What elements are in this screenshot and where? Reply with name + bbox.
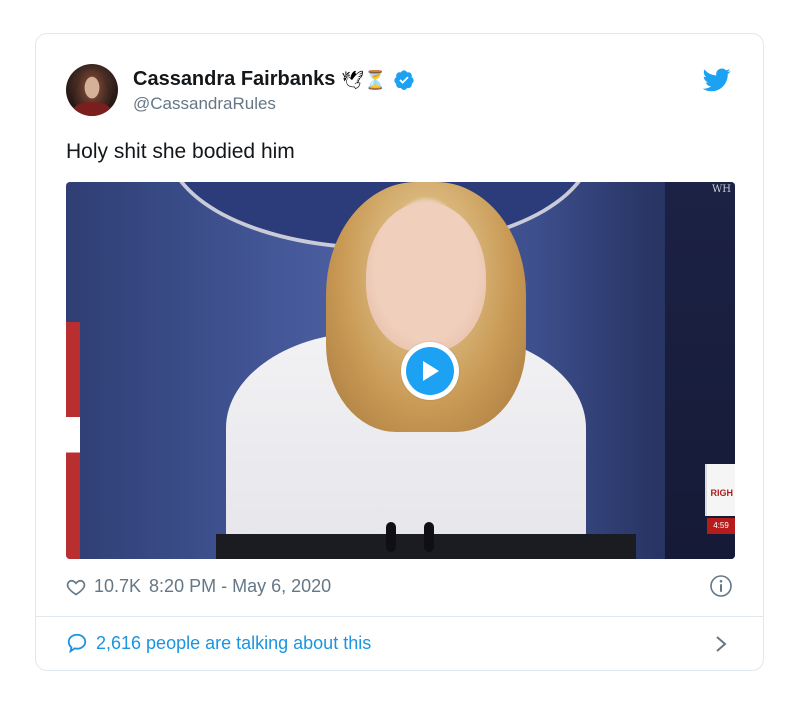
- play-circle: [406, 347, 454, 395]
- verified-badge-icon: [393, 69, 414, 90]
- conversation-link[interactable]: 2,616 people are talking about this: [66, 632, 371, 654]
- tweet-timestamp[interactable]: 8:20 PM - May 6, 2020: [149, 576, 331, 597]
- microphone: [424, 522, 434, 552]
- author-name-row[interactable]: Cassandra Fairbanks 🕊⏳: [133, 68, 415, 91]
- avatar-shirt: [72, 102, 112, 116]
- chevron-right-icon[interactable]: [713, 634, 729, 654]
- avatar[interactable]: [66, 64, 118, 116]
- corner-text: WH: [712, 184, 731, 195]
- microphone: [386, 522, 396, 552]
- author-emojis: 🕊⏳: [341, 69, 387, 90]
- info-icon[interactable]: [709, 574, 733, 598]
- tweet-card[interactable]: Cassandra Fairbanks 🕊⏳ @CassandraRules H…: [35, 33, 764, 671]
- tweet-text: Holy shit she bodied him: [66, 140, 295, 163]
- author-handle[interactable]: @CassandraRules: [133, 94, 276, 114]
- twitter-bird-icon[interactable]: [703, 68, 731, 92]
- speaker-face: [366, 202, 486, 352]
- play-button[interactable]: [401, 342, 459, 400]
- flag-stripe: [66, 322, 80, 559]
- speech-bubble-icon: [67, 633, 87, 654]
- like-count[interactable]: 10.7K: [94, 576, 141, 597]
- divider: [36, 616, 763, 617]
- heart-icon[interactable]: [66, 577, 86, 597]
- network-logo-text: RIGH: [710, 488, 734, 498]
- talking-about-text[interactable]: 2,616 people are talking about this: [96, 633, 371, 654]
- tweet-meta-row: 10.7K 8:20 PM - May 6, 2020: [66, 576, 331, 597]
- play-icon: [423, 361, 439, 381]
- author-name[interactable]: Cassandra Fairbanks: [133, 68, 335, 91]
- video-thumbnail[interactable]: WH RIGH 4:59: [66, 182, 735, 559]
- broadcast-time: 4:59: [707, 518, 735, 534]
